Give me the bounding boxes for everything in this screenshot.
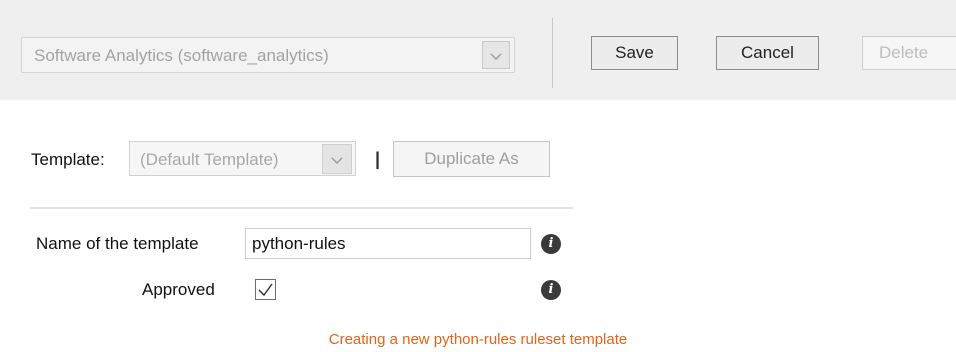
approved-checkbox[interactable] (255, 279, 276, 300)
info-icon[interactable]: i (541, 234, 561, 254)
template-name-input[interactable] (245, 228, 531, 259)
template-name-label: Name of the template (36, 234, 199, 253)
save-button[interactable]: Save (591, 36, 678, 70)
figure-caption: Creating a new python-rules ruleset temp… (328, 331, 628, 348)
toolbar-divider (552, 18, 553, 88)
template-select[interactable]: (Default Template) (129, 141, 356, 176)
checkmark-icon (258, 283, 273, 297)
section-divider (30, 207, 573, 209)
chevron-down-icon[interactable] (322, 144, 352, 174)
template-separator: | (375, 149, 381, 169)
duplicate-as-button[interactable]: Duplicate As (393, 141, 550, 177)
project-select[interactable]: Software Analytics (software_analytics) (21, 37, 515, 73)
template-select-value: (Default Template) (140, 150, 279, 169)
delete-button[interactable]: Delete (862, 36, 956, 70)
project-select-value: Software Analytics (software_analytics) (34, 46, 329, 65)
template-label: Template: (31, 150, 105, 169)
cancel-button[interactable]: Cancel (716, 36, 819, 70)
approved-label: Approved (142, 280, 215, 299)
chevron-down-icon[interactable] (482, 41, 510, 69)
toolbar: Software Analytics (software_analytics) … (0, 0, 956, 100)
info-icon[interactable]: i (541, 280, 561, 300)
